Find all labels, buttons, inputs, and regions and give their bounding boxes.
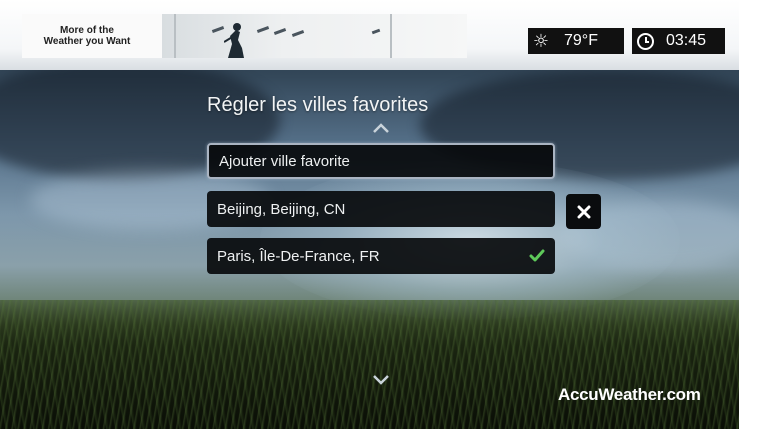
close-icon	[577, 205, 590, 218]
ad-banner[interactable]: More of the Weather you Want	[22, 14, 467, 58]
sun-icon: ☼	[532, 30, 550, 52]
list-item-label: Beijing, Beijing, CN	[217, 200, 346, 218]
top-bar: More of the Weather you Want ☼ 79°F 03:4…	[0, 0, 739, 70]
app-screen: More of the Weather you Want ☼ 79°F 03:4…	[0, 0, 759, 429]
ad-text: More of the Weather you Want	[22, 14, 152, 58]
ad-line-1: More of the	[60, 25, 114, 36]
clock-icon	[632, 28, 658, 54]
add-favorite-city-button[interactable]: Ajouter ville favorite	[207, 143, 555, 179]
ad-image-mark	[211, 26, 225, 33]
list-item-label: Paris, Île-De-France, FR	[217, 247, 380, 265]
chevron-up-icon[interactable]	[372, 123, 390, 133]
ad-image-pole	[390, 14, 392, 58]
chevron-down-icon[interactable]	[372, 375, 390, 385]
grass-field	[0, 300, 759, 429]
favorite-city-item-paris[interactable]: Paris, Île-De-France, FR	[207, 238, 555, 274]
page-margin	[739, 0, 759, 429]
ad-image-pole	[174, 14, 176, 58]
ad-image	[162, 14, 467, 58]
ad-image-mark	[371, 28, 381, 35]
weather-status: ☼ 79°F	[528, 28, 624, 54]
ad-image-mark	[256, 26, 270, 33]
ad-image-mark	[291, 30, 305, 37]
ad-figure-icon	[224, 23, 244, 58]
page-title: Régler les villes favorites	[207, 94, 429, 116]
brand-logo: AccuWeather.com	[558, 385, 701, 404]
clock-status: 03:45	[632, 28, 725, 54]
checkmark-icon	[529, 249, 545, 262]
ad-image-mark	[273, 28, 287, 35]
ad-line-2: Weather you Want	[43, 36, 131, 47]
current-time: 03:45	[666, 32, 707, 49]
favorite-city-item-beijing[interactable]: Beijing, Beijing, CN	[207, 191, 555, 227]
temperature: 79°F	[564, 32, 598, 49]
delete-city-button[interactable]	[566, 194, 601, 229]
list-item-label: Ajouter ville favorite	[219, 152, 350, 170]
